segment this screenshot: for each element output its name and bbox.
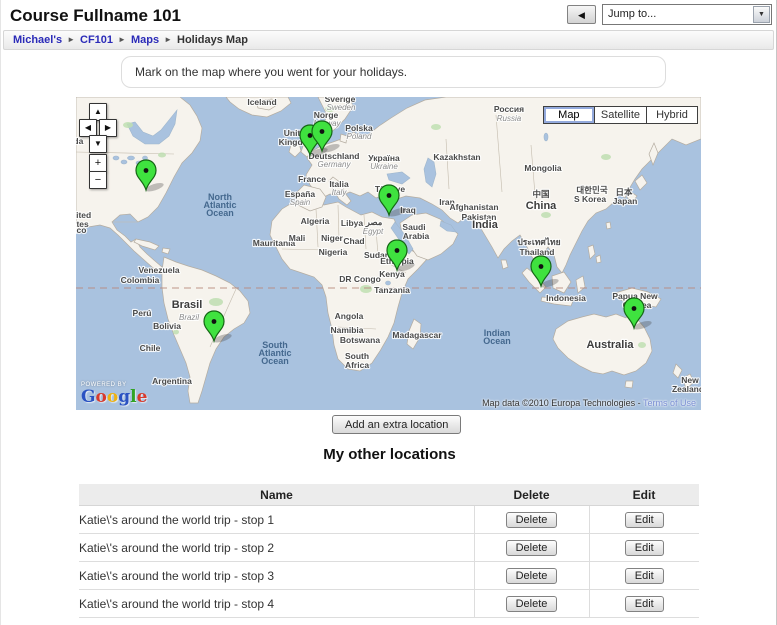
add-extra-location-button[interactable]: Add an extra location <box>332 415 461 434</box>
edit-cell: Edit <box>589 534 699 562</box>
zoom-out-button[interactable]: − <box>89 171 107 189</box>
location-name: Katie\'s around the world trip - stop 2 <box>79 534 474 562</box>
delete-button[interactable]: Delete <box>506 596 558 612</box>
column-header-edit: Edit <box>589 484 699 506</box>
location-name: Katie\'s around the world trip - stop 4 <box>79 590 474 618</box>
breadcrumb-link[interactable]: Michael's <box>13 34 62 46</box>
edit-button[interactable]: Edit <box>625 512 664 528</box>
breadcrumb-separator-icon: ► <box>118 35 126 44</box>
locations-table-body: Katie\'s around the world trip - stop 1 D… <box>79 506 699 618</box>
table-row: Katie\'s around the world trip - stop 1 D… <box>79 506 699 534</box>
back-arrow-icon: ◀ <box>578 10 585 20</box>
google-logo-text: Google <box>81 389 147 406</box>
google-logo[interactable]: POWERED BY Google <box>81 382 147 406</box>
location-name: Katie\'s around the world trip - stop 1 <box>79 506 474 534</box>
pan-down-button[interactable]: ▼ <box>89 135 107 153</box>
edit-button[interactable]: Edit <box>625 596 664 612</box>
terms-of-use-link[interactable]: Terms of Use <box>643 398 696 408</box>
attribution-text: Map data ©2010 Europa Technologies - <box>482 398 643 408</box>
edit-cell: Edit <box>589 590 699 618</box>
breadcrumb-separator-icon: ► <box>164 35 172 44</box>
delete-button[interactable]: Delete <box>506 540 558 556</box>
map-type-map-button[interactable]: Map <box>543 106 595 124</box>
edit-cell: Edit <box>589 562 699 590</box>
arrow-left-icon: ◀ <box>85 123 91 132</box>
minus-icon: − <box>95 174 101 186</box>
delete-cell: Delete <box>474 590 589 618</box>
table-row: Katie\'s around the world trip - stop 3 D… <box>79 562 699 590</box>
jump-to-value: Jump to... <box>608 8 656 20</box>
column-header-delete: Delete <box>474 484 589 506</box>
locations-heading: My other locations <box>1 446 777 463</box>
breadcrumb-link[interactable]: Maps <box>131 34 159 46</box>
arrow-down-icon: ▼ <box>94 139 102 148</box>
map-type-satellite-button[interactable]: Satellite <box>594 106 647 124</box>
delete-cell: Delete <box>474 506 589 534</box>
back-button[interactable]: ◀ <box>567 5 596 24</box>
location-name: Katie\'s around the world trip - stop 3 <box>79 562 474 590</box>
delete-cell: Delete <box>474 562 589 590</box>
breadcrumb-link[interactable]: CF101 <box>80 34 113 46</box>
locations-table: Name Delete Edit Katie\'s around the wor… <box>79 484 699 618</box>
breadcrumb-separator-icon: ► <box>67 35 75 44</box>
instruction-box: Mark on the map where you went for your … <box>121 56 666 88</box>
jump-to-select[interactable]: Jump to... ▼ <box>602 4 772 25</box>
map-type-hybrid-button[interactable]: Hybrid <box>646 106 698 124</box>
breadcrumb-current: Holidays Map <box>177 34 248 46</box>
breadcrumb: Michael's ► CF101 ► Maps ► Holidays Map <box>3 30 774 50</box>
table-header-row: Name Delete Edit <box>79 484 699 506</box>
edit-button[interactable]: Edit <box>625 540 664 556</box>
column-header-name: Name <box>79 484 474 506</box>
page-title: Course Fullname 101 <box>10 6 181 26</box>
table-row: Katie\'s around the world trip - stop 4 D… <box>79 590 699 618</box>
arrow-right-icon: ▶ <box>105 123 111 132</box>
edit-button[interactable]: Edit <box>625 568 664 584</box>
dropdown-arrow-icon: ▼ <box>753 6 770 23</box>
map-attribution: Map data ©2010 Europa Technologies - Ter… <box>482 398 696 408</box>
delete-button[interactable]: Delete <box>506 568 558 584</box>
map-canvas[interactable]: CanadaIcelandSverigeSwedenNorgeNorwayUni… <box>76 97 701 410</box>
instruction-text: Mark on the map where you went for your … <box>135 65 407 79</box>
zoom-in-button[interactable]: + <box>89 154 107 172</box>
plus-icon: + <box>95 157 101 169</box>
delete-cell: Delete <box>474 534 589 562</box>
page: Course Fullname 101 ◀ Jump to... ▼ Micha… <box>0 0 777 625</box>
map-type-control: MapSatelliteHybrid <box>544 105 698 124</box>
edit-cell: Edit <box>589 506 699 534</box>
table-row: Katie\'s around the world trip - stop 2 D… <box>79 534 699 562</box>
delete-button[interactable]: Delete <box>506 512 558 528</box>
arrow-up-icon: ▲ <box>94 107 102 116</box>
